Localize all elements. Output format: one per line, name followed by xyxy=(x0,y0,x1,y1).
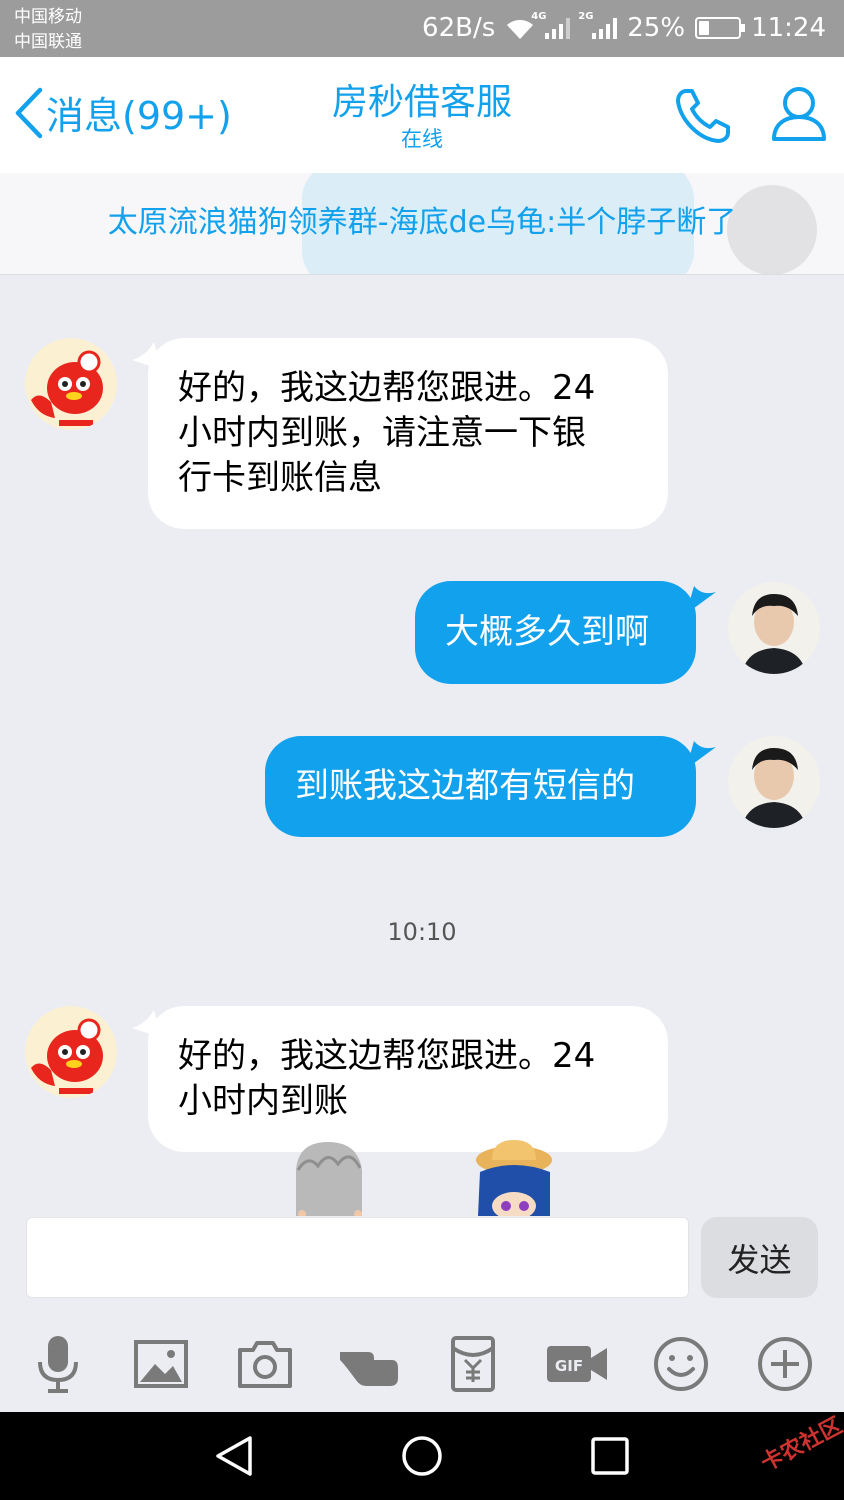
battery-percent: 25% xyxy=(627,13,686,43)
chevron-left-icon xyxy=(15,87,43,138)
profile-button[interactable] xyxy=(768,83,830,145)
status-indicators: 62B/s 4G 2G 25% 11:24 xyxy=(422,10,826,46)
message-bubble-incoming[interactable]: 好的，我这边帮您跟进。24 小时内到账 xyxy=(148,1006,668,1152)
nav-recents-button[interactable] xyxy=(588,1434,632,1478)
voice-button[interactable] xyxy=(28,1334,88,1394)
svg-text:GIF: GIF xyxy=(555,1357,583,1375)
clock: 11:24 xyxy=(751,13,826,43)
qq-penguin-icon xyxy=(25,338,117,430)
net-tag-2: 2G xyxy=(578,11,594,22)
message-text: 行卡到账信息 xyxy=(178,458,382,498)
net-tag-1: 4G xyxy=(531,11,547,22)
chat-toolbar: GIF xyxy=(0,1316,844,1412)
camera-button[interactable] xyxy=(235,1334,295,1394)
red-packet-icon xyxy=(451,1336,495,1392)
message-text: 大概多久到啊 xyxy=(445,612,649,652)
carrier-2: 中国联通 xyxy=(14,32,82,52)
red-packet-button[interactable] xyxy=(443,1334,503,1394)
peeking-sticker-hat[interactable] xyxy=(474,1140,554,1216)
chat-header: 消息(99+) 房秒借客服 在线 xyxy=(0,57,844,173)
message-text: 好的，我这边帮您跟进。24 xyxy=(178,1036,596,1076)
carrier-info: 中国移动 中国联通 xyxy=(14,5,82,55)
message-text: 小时内到账，请注意一下银 xyxy=(178,413,586,453)
message-bubble-outgoing[interactable]: 到账我这边都有短信的 xyxy=(265,736,696,837)
nav-back-button[interactable] xyxy=(212,1434,256,1478)
square-recents-icon xyxy=(591,1437,629,1475)
message-text: 小时内到账 xyxy=(178,1081,348,1121)
service-avatar[interactable] xyxy=(25,338,117,430)
person-icon xyxy=(772,87,826,141)
circle-home-icon xyxy=(402,1436,442,1476)
phone-icon xyxy=(676,89,730,143)
user-photo-icon xyxy=(728,582,820,674)
message-timestamp: 10:10 xyxy=(387,918,457,946)
notification-banner[interactable]: 太原流浪猫狗领养群-海底de乌龟:半个脖子断了 xyxy=(0,173,844,275)
plus-circle-icon xyxy=(758,1337,812,1391)
net-speed: 62B/s xyxy=(422,13,496,43)
user-avatar[interactable] xyxy=(728,736,820,828)
emoji-button[interactable] xyxy=(651,1334,711,1394)
microphone-icon xyxy=(38,1336,78,1393)
triangle-back-icon xyxy=(216,1436,252,1476)
call-button[interactable] xyxy=(672,85,734,147)
send-button[interactable]: 发送 xyxy=(701,1217,818,1298)
bubble-tail xyxy=(686,741,716,769)
back-button[interactable]: 消息(99+) xyxy=(12,85,232,140)
message-bubble-incoming[interactable]: 好的，我这边帮您跟进。24 小时内到账，请注意一下银 行卡到账信息 xyxy=(148,338,668,529)
cartoon-head-icon xyxy=(476,1140,552,1216)
notification-text: 太原流浪猫狗领养群-海底de乌龟:半个脖子断了 xyxy=(107,205,737,240)
back-label: 消息(99+) xyxy=(46,94,232,138)
message-text: 好的，我这边帮您跟进。24 xyxy=(178,368,596,408)
bubble-tail xyxy=(686,586,716,614)
nav-home-button[interactable] xyxy=(400,1434,444,1478)
signal-icon-1: 4G xyxy=(531,11,571,39)
peeking-sticker-gray[interactable] xyxy=(288,1140,368,1216)
signal-icon-2: 2G xyxy=(578,11,618,39)
pointing-hand-icon xyxy=(340,1352,398,1386)
message-bubble-outgoing[interactable]: 大概多久到啊 xyxy=(415,581,696,684)
system-nav-bar xyxy=(0,1412,844,1500)
cartoon-head-icon xyxy=(296,1142,362,1216)
poke-button[interactable] xyxy=(338,1334,398,1394)
battery-icon xyxy=(695,17,746,39)
smiley-icon xyxy=(654,1337,708,1391)
gif-button[interactable]: GIF xyxy=(545,1334,609,1394)
more-button[interactable] xyxy=(755,1334,815,1394)
service-avatar[interactable] xyxy=(25,1006,117,1098)
status-bar: 中国移动 中国联通 62B/s 4G 2G 25% 11:24 xyxy=(0,0,844,57)
camera-icon xyxy=(238,1341,292,1388)
image-button[interactable] xyxy=(131,1334,191,1394)
qq-penguin-icon xyxy=(25,1006,117,1098)
user-avatar[interactable] xyxy=(728,582,820,674)
carrier-1: 中国移动 xyxy=(14,7,82,27)
gif-icon: GIF xyxy=(547,1346,607,1382)
user-photo-icon xyxy=(728,736,820,828)
message-input[interactable] xyxy=(26,1217,689,1298)
picture-icon xyxy=(134,1340,188,1388)
message-text: 到账我这边都有短信的 xyxy=(295,766,635,806)
